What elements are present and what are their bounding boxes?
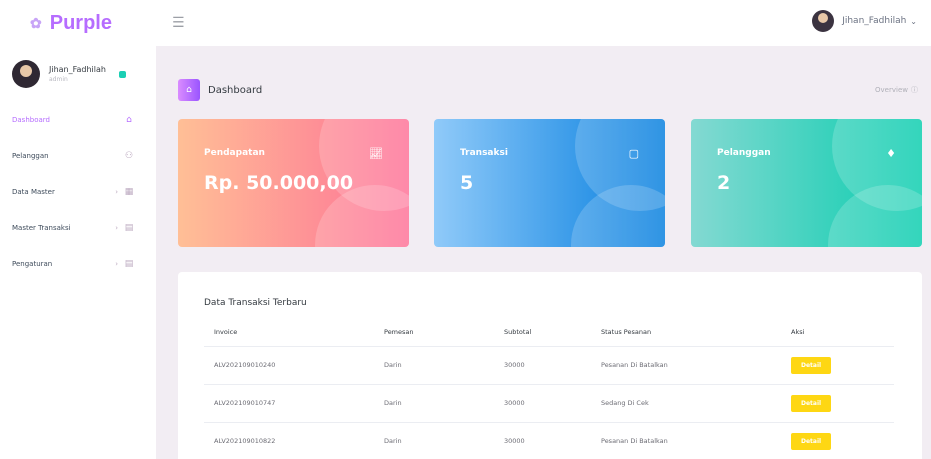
home-icon: ⌂ — [178, 79, 200, 101]
brand-name: Purple — [49, 11, 112, 34]
online-status-icon — [119, 70, 126, 78]
cell-subtotal: 30000 — [494, 346, 591, 385]
column-header: Status Pesanan — [591, 318, 781, 347]
cell-subtotal: 30000 — [494, 384, 591, 423]
cell-pemesan: Darin — [374, 346, 494, 385]
cell-status: Pesanan Di Batalkan — [591, 346, 781, 385]
cell-subtotal: 30000 — [494, 422, 591, 459]
menu-toggle-icon[interactable]: ☰ — [172, 15, 185, 31]
stat-card-label: Pendapatan — [204, 148, 265, 158]
chevron-right-icon: › — [115, 260, 118, 268]
detail-button[interactable]: Detail — [791, 356, 832, 374]
transactions-table: Invoice Pemesan Subtotal Status Pesanan … — [204, 318, 894, 459]
cell-status: Pesanan Di Batalkan — [591, 422, 781, 459]
diamond-icon: ♦ — [886, 147, 896, 160]
chevron-down-icon: ⌄ — [910, 16, 917, 26]
profile-name: Jihan_Fadhilah — [49, 65, 106, 74]
detail-button[interactable]: Detail — [791, 394, 832, 412]
user-dropdown[interactable]: Jihan_Fadhilah ⌄ — [812, 10, 917, 32]
profile-info: Jihan_Fadhilah admin — [49, 65, 119, 83]
cell-invoice: ALV202109010747 — [204, 384, 374, 423]
sidebar-item-label: Dashboard — [12, 116, 50, 124]
stat-card-value: Rp. 50.000,00 — [204, 172, 354, 194]
grid-icon: ▦ — [124, 187, 134, 197]
table-row: ALV202109010240 Darin 30000 Pesanan Di B… — [204, 346, 894, 385]
stat-card-pelanggan: Pelanggan 2 ♦ — [691, 119, 922, 247]
column-header: Subtotal — [494, 318, 591, 347]
table-icon: ▤ — [124, 223, 134, 233]
people-icon: ⚇ — [124, 151, 134, 161]
table-row: ALV202109010822 Darin 30000 Pesanan Di B… — [204, 422, 894, 459]
sidebar-item-master-transaksi[interactable]: Master Transaksi › ▤ — [0, 210, 156, 246]
cell-invoice: ALV202109010822 — [204, 422, 374, 459]
sidebar-item-label: Master Transaksi — [12, 224, 71, 232]
sidebar-item-label: Data Master — [12, 188, 55, 196]
flower-icon: ✿ — [30, 14, 42, 31]
column-header: Pemesan — [374, 318, 494, 347]
detail-button[interactable]: Detail — [791, 432, 832, 450]
cell-status: Sedang Di Cek — [591, 384, 781, 423]
chevron-right-icon: › — [115, 188, 118, 196]
main-content: ⌂ Dashboard Overview ⓘ Pendapatan Rp. 50.… — [156, 46, 931, 459]
cell-action: Detail — [781, 346, 894, 385]
table-title: Data Transaksi Terbaru — [204, 298, 307, 308]
profile-avatar — [12, 60, 40, 88]
column-header: Aksi — [781, 318, 894, 347]
sidebar-item-dashboard[interactable]: Dashboard ⌂ — [0, 102, 156, 138]
bookmark-icon: ▢ — [628, 147, 639, 160]
stat-card-label: Transaksi — [460, 148, 508, 158]
topbar-user-name: Jihan_Fadhilah — [842, 16, 907, 26]
overview-label: Overview — [875, 86, 908, 94]
avatar — [812, 10, 835, 32]
sidebar-item-label: Pelanggan — [12, 152, 49, 160]
sidebar-profile[interactable]: Jihan_Fadhilah admin — [0, 46, 156, 102]
cell-action: Detail — [781, 384, 894, 423]
recent-transactions-card: Data Transaksi Terbaru Invoice Pemesan S… — [178, 272, 922, 459]
alert-circle-icon: ⓘ — [911, 86, 918, 94]
top-navbar: ✿ Purple ☰ Jihan_Fadhilah ⌄ — [0, 0, 931, 46]
chart-icon: 📈︎ — [369, 147, 383, 160]
stat-card-value: 5 — [460, 172, 474, 194]
cell-action: Detail — [781, 422, 894, 459]
sidebar: Jihan_Fadhilah admin Dashboard ⌂ Pelangg… — [0, 46, 156, 459]
brand-logo[interactable]: ✿ Purple — [0, 0, 156, 46]
stat-card-label: Pelanggan — [717, 148, 771, 158]
cell-invoice: ALV202109010240 — [204, 346, 374, 385]
table-row: ALV202109010747 Darin 30000 Sedang Di Ce… — [204, 384, 894, 423]
page-header: ⌂ Dashboard Overview ⓘ — [178, 78, 918, 102]
column-header: Invoice — [204, 318, 374, 347]
home-icon: ⌂ — [126, 115, 132, 125]
chevron-right-icon: › — [115, 224, 118, 232]
table-header-row: Invoice Pemesan Subtotal Status Pesanan … — [204, 318, 894, 347]
overview-link[interactable]: Overview ⓘ — [875, 85, 918, 95]
page-title: Dashboard — [208, 84, 263, 96]
sidebar-item-data-master[interactable]: Data Master › ▦ — [0, 174, 156, 210]
cell-pemesan: Darin — [374, 384, 494, 423]
stat-card-transaksi: Transaksi 5 ▢ — [434, 119, 665, 247]
table-icon: ▤ — [124, 259, 134, 269]
stat-card-pendapatan: Pendapatan Rp. 50.000,00 📈︎ — [178, 119, 409, 247]
profile-role: admin — [49, 76, 68, 83]
sidebar-item-label: Pengaturan — [12, 260, 53, 268]
sidebar-item-pelanggan[interactable]: Pelanggan ⚇ — [0, 138, 156, 174]
sidebar-item-pengaturan[interactable]: Pengaturan › ▤ — [0, 246, 156, 282]
stat-card-value: 2 — [717, 172, 731, 194]
cell-pemesan: Darin — [374, 422, 494, 459]
